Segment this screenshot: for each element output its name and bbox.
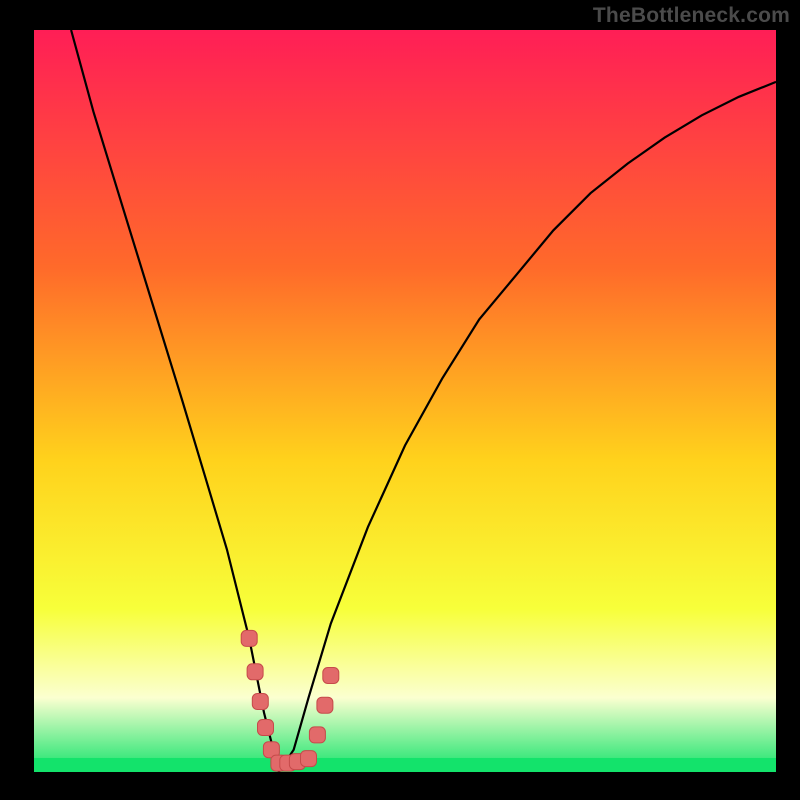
marker-point — [258, 720, 274, 736]
chart-stage: TheBottleneck.com — [0, 0, 800, 800]
plot-area — [34, 30, 776, 772]
marker-point — [317, 697, 333, 713]
marker-point — [323, 668, 339, 684]
marker-point — [309, 727, 325, 743]
marker-point — [247, 664, 263, 680]
marker-point — [252, 694, 268, 710]
marker-point — [301, 751, 317, 767]
bottom-green-strip — [34, 758, 776, 772]
marker-point — [241, 630, 257, 646]
watermark-text: TheBottleneck.com — [593, 4, 790, 28]
bottleneck-chart — [0, 0, 800, 800]
